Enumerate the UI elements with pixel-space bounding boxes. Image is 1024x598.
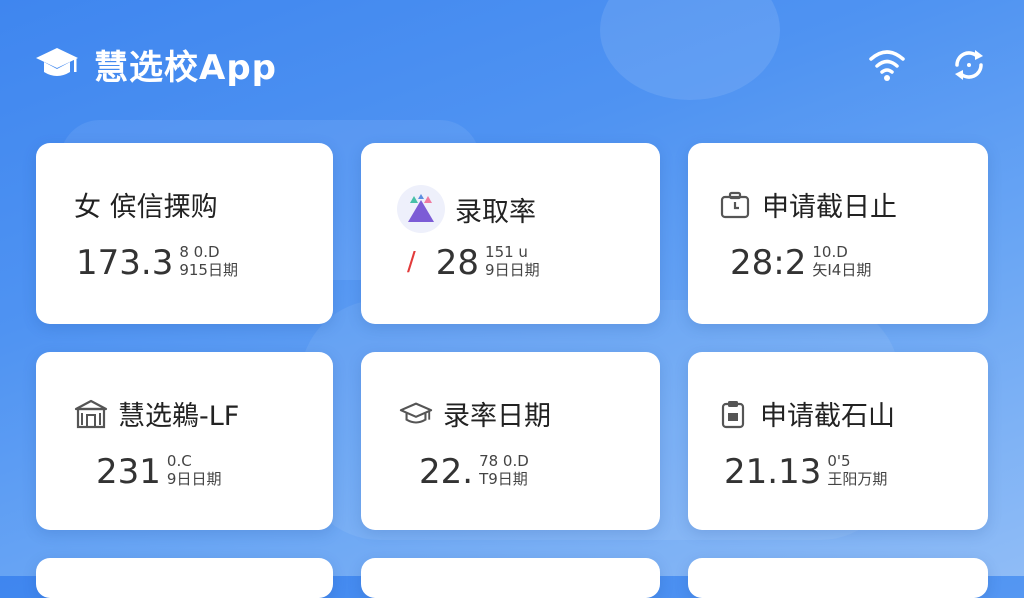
sync-icon[interactable]: [948, 44, 990, 86]
admission-triangles-icon: [397, 185, 445, 233]
card-title: 慧选鵜-LF: [118, 401, 240, 432]
card-title: 录取率: [455, 196, 536, 228]
card-value: 28:2: [730, 243, 807, 283]
app-header: 慧选校App: [0, 0, 1024, 120]
card-sub: 8 0.D 915日期: [179, 243, 238, 279]
card-sub: 0'5 王阳万期: [827, 452, 888, 488]
stat-card[interactable]: 录率日期 22. 78 0.D T9日期: [361, 352, 660, 530]
school-building-icon: [74, 397, 108, 431]
stat-card[interactable]: [36, 558, 333, 598]
stat-card[interactable]: 录取率 / 28 151 u 9日日期: [361, 143, 660, 324]
card-sub: 78 0.D T9日期: [479, 452, 529, 488]
card-value: 231: [96, 452, 161, 492]
stat-card[interactable]: 女 傧信搮购 173.3 8 0.D 915日期: [36, 143, 333, 324]
app-title: 慧选校App: [94, 48, 277, 88]
stat-card[interactable]: 慧选鵜-LF 231 0.C 9日日期: [36, 352, 333, 530]
red-mark: /: [407, 247, 416, 277]
card-title: 录率日期: [443, 401, 551, 432]
card-title: 女 傧信搮购: [74, 192, 218, 223]
wifi-icon[interactable]: [866, 44, 908, 86]
clipboard-icon: [716, 397, 750, 431]
card-value: 22.: [419, 452, 474, 492]
stat-card[interactable]: [688, 558, 988, 598]
stat-card[interactable]: [361, 558, 660, 598]
stat-card[interactable]: 申请截石山 21.13 0'5 王阳万期: [688, 352, 988, 530]
card-sub: 0.C 9日日期: [166, 452, 222, 488]
card-sub: 10.D 矢I4日期: [812, 243, 872, 279]
card-title: 申请截日止: [762, 192, 897, 223]
graduation-cap-logo-icon: [34, 44, 80, 84]
card-value: 173.3: [76, 243, 174, 283]
calendar-box-icon: [718, 188, 752, 222]
graduation-cap-icon: [399, 397, 433, 431]
card-sub: 151 u 9日日期: [485, 243, 540, 279]
stat-card[interactable]: 申请截日止 28:2 10.D 矢I4日期: [688, 143, 988, 324]
card-title: 申请截石山: [760, 401, 895, 432]
card-value: 21.13: [724, 452, 822, 492]
card-value: 28: [435, 243, 480, 283]
